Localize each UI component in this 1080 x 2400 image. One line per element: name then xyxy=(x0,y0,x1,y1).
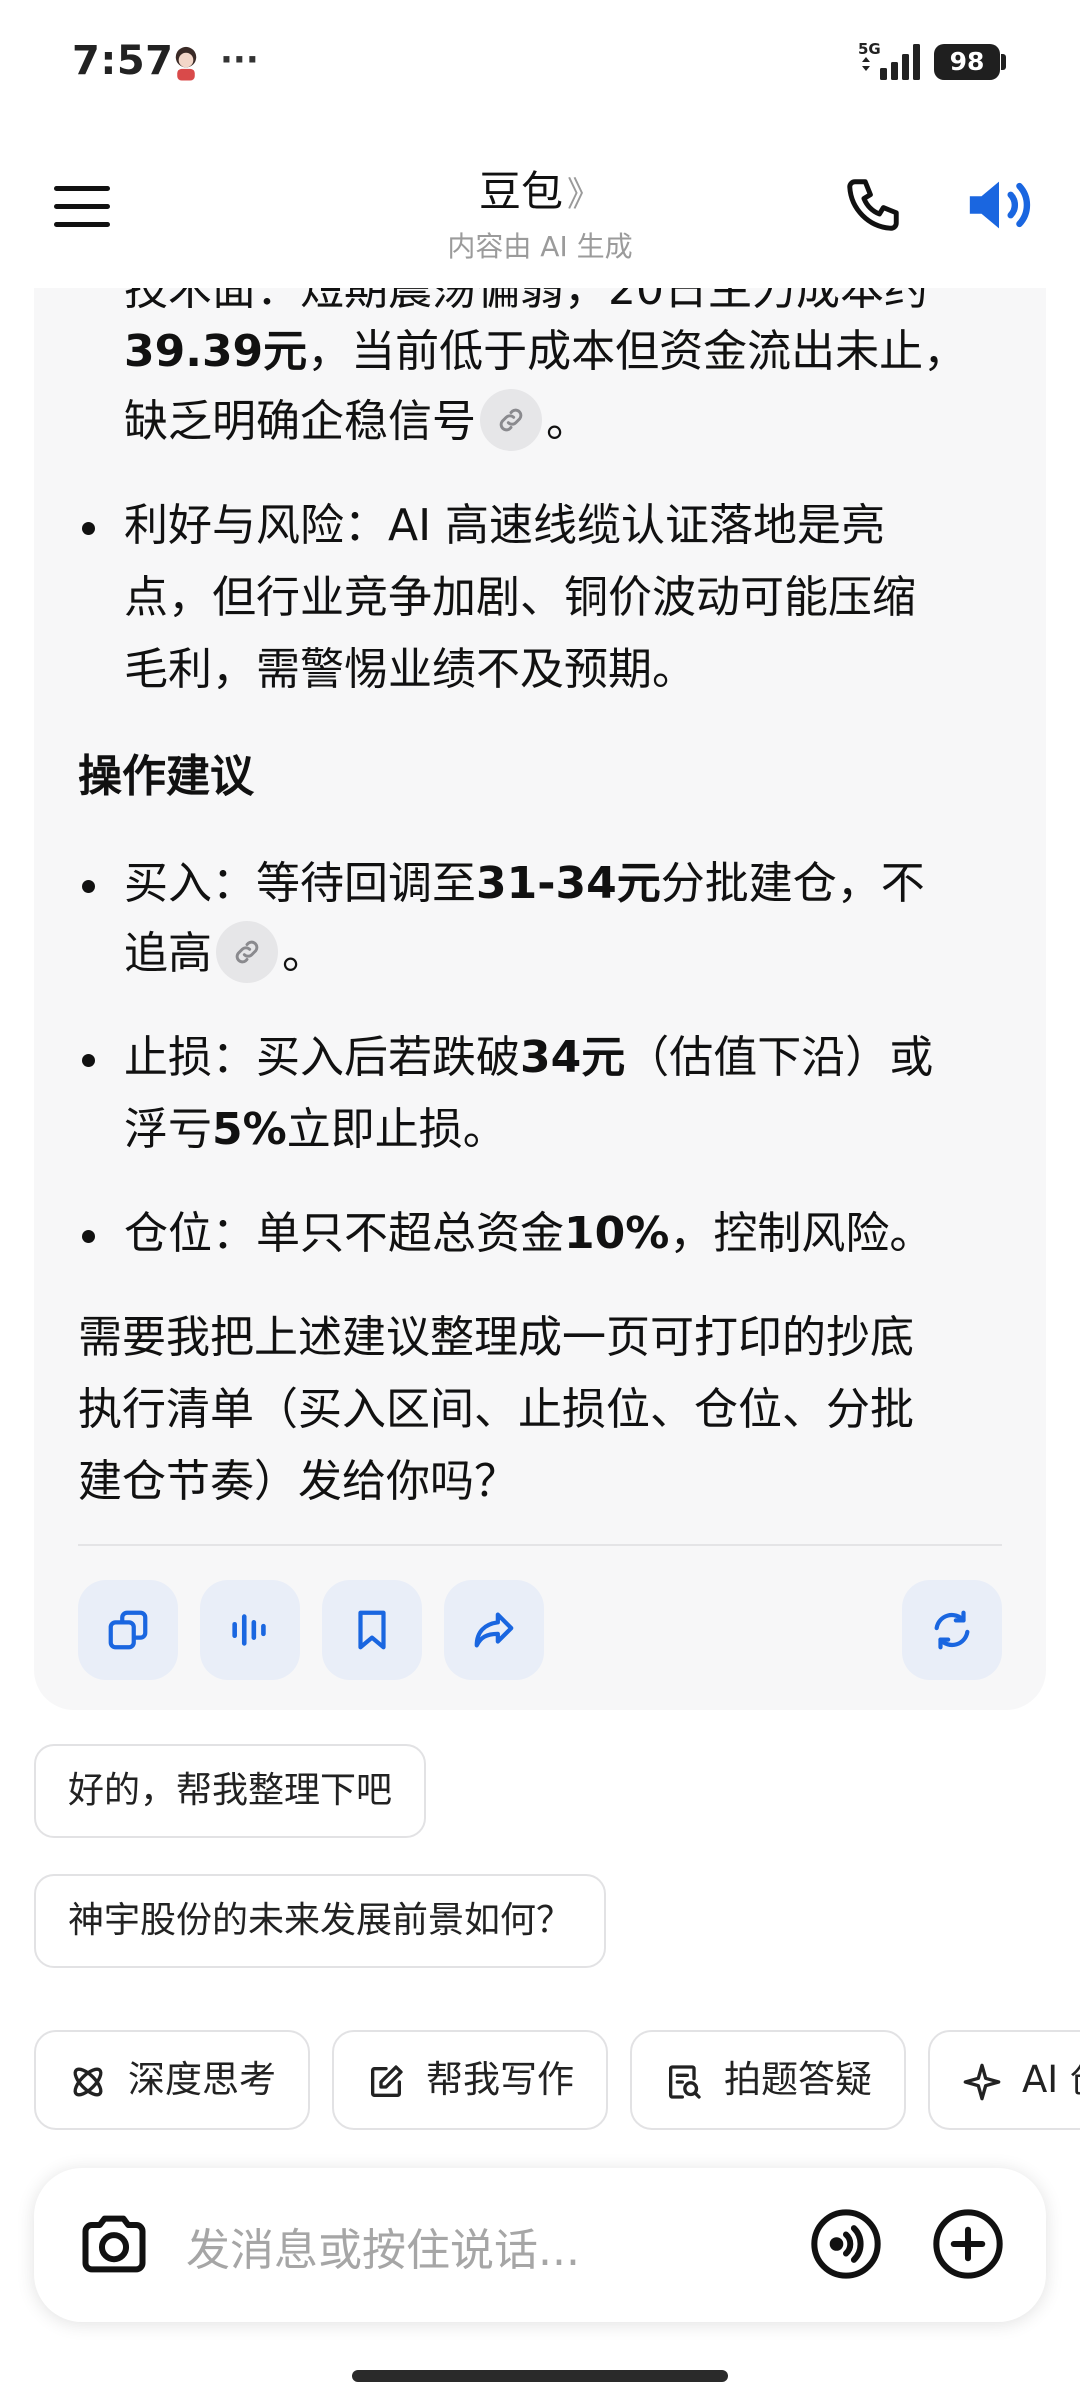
chat-screen: 技术面：短期震荡偏弱，20日主力成本约 39.39元，当前低于成本但资金流出未止… xyxy=(0,0,1080,2400)
page-title: 豆包 xyxy=(478,167,563,216)
bookmark-button[interactable] xyxy=(322,1580,422,1680)
text-span: 追高 xyxy=(124,928,212,979)
bullet-dot xyxy=(82,880,95,893)
status-bar: 7:57 ··· 5G 98 xyxy=(0,0,1080,128)
ai-disclaimer: 内容由 AI 生成 xyxy=(447,230,633,263)
copy-button[interactable] xyxy=(78,1580,178,1680)
bold-value: 10% xyxy=(564,1208,670,1259)
message-input-bar: 发消息或按住说话... xyxy=(34,2168,1046,2322)
more-notifications-icon: ··· xyxy=(220,40,259,80)
message-line: 毛利，需警惕业绩不及预期。 xyxy=(124,644,696,695)
text-span: 立即止损。 xyxy=(286,1104,507,1155)
battery-icon: 98 xyxy=(934,44,1000,80)
voice-call-button[interactable] xyxy=(808,2206,884,2282)
message-line: 浮亏5%立即止损。 xyxy=(124,1094,507,1166)
text-span: 分批建仓，不 xyxy=(660,858,925,909)
divider xyxy=(78,1544,1002,1546)
sparkle-icon xyxy=(963,2063,1001,2101)
tool-label: 深度思考 xyxy=(128,2058,276,2101)
citation-link-icon[interactable] xyxy=(480,389,542,451)
bold-value: 31-34元 xyxy=(476,858,661,909)
message-line: 缺乏明确企稳信号 。 xyxy=(124,386,590,458)
message-line: 需要我把上述建议整理成一页可打印的抄底 xyxy=(78,1312,914,1363)
tool-label: 拍题答疑 xyxy=(724,2058,872,2101)
message-line: 利好与风险：AI 高速线缆认证落地是亮 xyxy=(124,500,886,551)
regenerate-icon xyxy=(934,1610,970,1650)
tool-label: 帮我写作 xyxy=(426,2058,574,2101)
svg-text:5G: 5G xyxy=(858,40,881,58)
text-span: 止损：买入后若跌破 xyxy=(124,1032,520,1083)
text-span: 。 xyxy=(282,928,326,979)
text-span: （估值下沿）或 xyxy=(625,1032,934,1083)
text-span: ，当前低于成本但资金流出未止， xyxy=(307,326,968,377)
text-span: 仓位：单只不超总资金 xyxy=(124,1208,564,1259)
message-line: 买入：等待回调至31-34元分批建仓，不 xyxy=(124,848,925,920)
tool-writing[interactable]: 帮我写作 xyxy=(332,2030,608,2130)
text-span: 。 xyxy=(546,396,590,447)
bullet-dot xyxy=(82,522,95,535)
tool-ai-create[interactable]: AI 创 xyxy=(928,2030,1080,2130)
message-line: 39.39元，当前低于成本但资金流出未止， xyxy=(124,316,967,388)
speaker-icon xyxy=(969,181,1031,229)
bold-value: 34元 xyxy=(520,1032,626,1083)
citation-link-icon[interactable] xyxy=(216,921,278,983)
tool-deep-thinking[interactable]: 深度思考 xyxy=(34,2030,310,2130)
text-span: 缺乏明确企稳信号 xyxy=(124,396,476,447)
plus-circle-icon xyxy=(933,2209,1003,2279)
message-line: 追高 。 xyxy=(124,918,326,990)
app-header: 豆包》 内容由 AI 生成 xyxy=(0,128,1080,288)
section-heading: 操作建议 xyxy=(78,751,254,802)
regenerate-button[interactable] xyxy=(902,1580,1002,1680)
message-line: 仓位：单只不超总资金10%，控制风险。 xyxy=(124,1198,933,1270)
edit-icon xyxy=(371,2065,403,2097)
status-time: 7:57 xyxy=(72,38,174,84)
message-input[interactable]: 发消息或按住说话... xyxy=(186,2214,580,2278)
suggestion-chip[interactable]: 好的，帮我整理下吧 xyxy=(34,1744,427,1838)
bold-value: 5% xyxy=(212,1104,287,1155)
camera-button[interactable] xyxy=(76,2206,152,2282)
menu-button[interactable] xyxy=(54,186,112,230)
text-span: 浮亏 xyxy=(124,1104,212,1155)
home-indicator[interactable] xyxy=(352,2370,728,2382)
phone-call-button[interactable] xyxy=(842,172,904,238)
message-line: 建仓节奏）发给你吗？ xyxy=(78,1456,518,1507)
tool-photo-question[interactable]: 拍题答疑 xyxy=(630,2030,906,2130)
scan-doc-icon xyxy=(669,2065,701,2099)
menu-icon xyxy=(54,186,110,191)
speaker-button[interactable] xyxy=(960,170,1038,240)
bullet-dot xyxy=(82,1054,95,1067)
camera-icon xyxy=(82,2215,146,2273)
chevron-right-icon: 》 xyxy=(567,175,601,215)
read-aloud-icon xyxy=(232,1614,266,1646)
header-title-area[interactable]: 豆包》 内容由 AI 生成 xyxy=(340,158,740,265)
battery-tip xyxy=(1001,54,1006,70)
add-button[interactable] xyxy=(930,2206,1006,2282)
signal-5g-icon: 5G xyxy=(858,40,920,80)
voice-wave-icon xyxy=(811,2209,881,2279)
message-line: 执行清单（买入区间、止损位、仓位、分批 xyxy=(78,1384,914,1435)
tool-label: AI 创 xyxy=(1022,2058,1080,2101)
copy-icon xyxy=(108,1610,148,1650)
bookmark-icon xyxy=(358,1610,386,1650)
bullet-dot xyxy=(82,1230,95,1243)
read-aloud-button[interactable] xyxy=(200,1580,300,1680)
message-line: 止损：买入后若跌破34元（估值下沿）或 xyxy=(124,1022,933,1094)
suggestion-chip[interactable]: 神宇股份的未来发展前景如何？ xyxy=(34,1874,607,1968)
share-icon xyxy=(474,1612,514,1648)
share-button[interactable] xyxy=(444,1580,544,1680)
atom-icon xyxy=(73,2067,103,2097)
avatar-icon xyxy=(175,46,197,81)
phone-icon xyxy=(847,179,899,231)
message-line: 点，但行业竞争加剧、铜价波动可能压缩 xyxy=(124,572,916,623)
text-span: 买入：等待回调至 xyxy=(124,858,476,909)
text-span: ，控制风险。 xyxy=(669,1208,934,1259)
bold-value: 39.39元 xyxy=(124,326,308,377)
